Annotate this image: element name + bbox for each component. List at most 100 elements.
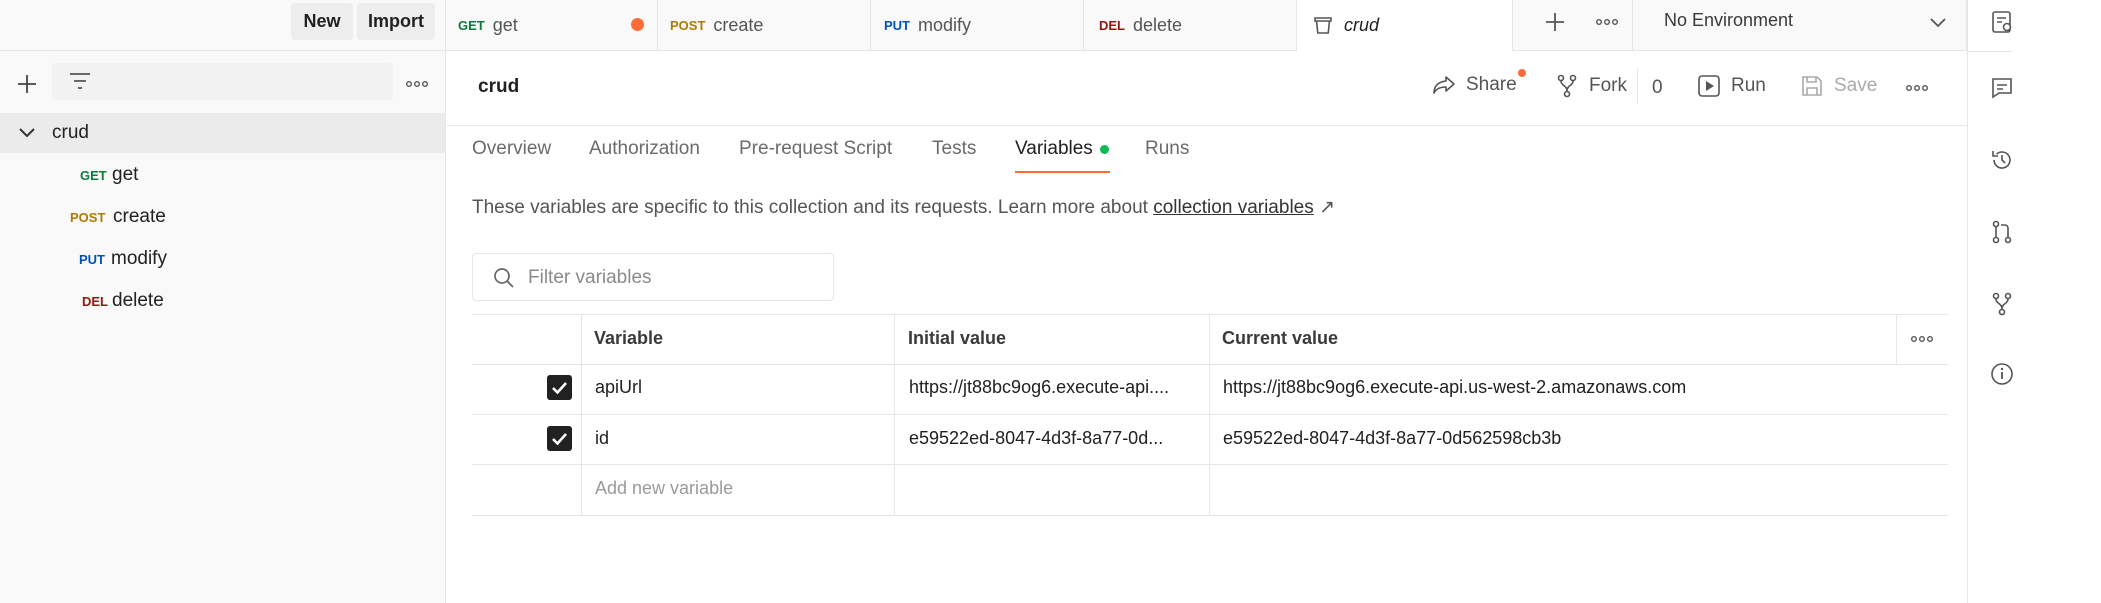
run-icon bbox=[1697, 74, 1721, 98]
variable-name-cell[interactable]: id bbox=[595, 428, 609, 449]
collection-variables-link[interactable]: collection variables bbox=[1153, 197, 1314, 218]
column-divider bbox=[894, 314, 895, 515]
environment-selector[interactable]: No Environment bbox=[1633, 0, 1967, 51]
unsaved-dot bbox=[631, 18, 644, 31]
method-badge: GET bbox=[80, 168, 107, 183]
save-icon bbox=[1800, 74, 1824, 98]
tab-crud[interactable]: crud bbox=[1297, 0, 1513, 51]
save-button[interactable]: Save bbox=[1800, 74, 1877, 98]
table-border bbox=[472, 464, 1948, 465]
column-header-initial-value: Initial value bbox=[908, 328, 1007, 348]
method-badge: PUT bbox=[79, 252, 105, 267]
new-button[interactable]: New bbox=[291, 3, 353, 40]
collection-name: crud bbox=[52, 122, 89, 143]
tab-label: delete bbox=[1133, 14, 1183, 35]
tree-item-label: modify bbox=[111, 248, 167, 269]
pull-request-icon[interactable] bbox=[1989, 219, 2015, 245]
tab-overview[interactable]: Overview bbox=[472, 138, 551, 160]
tree-item-get[interactable]: GET get bbox=[0, 155, 445, 195]
method-badge: POST bbox=[70, 210, 106, 225]
table-border bbox=[472, 515, 1948, 516]
tab-label: modify bbox=[918, 14, 972, 35]
variable-name-cell[interactable]: apiUrl bbox=[595, 377, 642, 398]
sidebar: New Import crud GET get POST create PUT … bbox=[0, 0, 446, 603]
filter-icon bbox=[69, 71, 91, 91]
collection-row-crud[interactable]: crud bbox=[0, 113, 445, 153]
comments-icon[interactable] bbox=[1989, 75, 2015, 101]
active-indicator-dot bbox=[1100, 145, 1109, 154]
active-tab-underline bbox=[1015, 171, 1110, 173]
history-icon[interactable] bbox=[1989, 147, 2015, 173]
chevron-down-icon bbox=[1929, 14, 1947, 30]
divider bbox=[1967, 51, 2012, 52]
tab-label: get bbox=[492, 14, 518, 35]
column-header-variable: Variable bbox=[594, 328, 664, 348]
table-border bbox=[472, 364, 1948, 365]
tree-item-create[interactable]: POST create bbox=[0, 197, 445, 237]
column-divider bbox=[581, 314, 582, 515]
tab-get[interactable]: GET get bbox=[446, 0, 658, 51]
tree-item-label: create bbox=[113, 206, 166, 227]
more-icon[interactable] bbox=[1595, 10, 1619, 34]
check-icon bbox=[552, 433, 567, 446]
current-value-cell[interactable]: https://jt88bc9og6.execute-api.us-west-2… bbox=[1223, 377, 1686, 398]
info-text: These variables are specific to this col… bbox=[472, 197, 1335, 218]
table-border bbox=[472, 314, 1948, 315]
more-icon[interactable] bbox=[405, 72, 429, 96]
table-border bbox=[472, 414, 1948, 415]
current-value-cell[interactable]: e59522ed-8047-4d3f-8a77-0d562598cb3b bbox=[1223, 428, 1561, 449]
column-divider bbox=[1896, 314, 1897, 364]
tab-label: create bbox=[713, 14, 764, 35]
collection-icon bbox=[1312, 14, 1334, 36]
sidebar-filter-input[interactable] bbox=[52, 63, 393, 100]
environment-quicklook-icon[interactable] bbox=[1989, 9, 2015, 35]
column-header-current-value: Current value bbox=[1222, 328, 1339, 348]
tab-variables[interactable]: Variables bbox=[1015, 138, 1093, 160]
fork-button[interactable]: Fork bbox=[1555, 74, 1627, 98]
method-badge: PUT bbox=[884, 17, 910, 33]
tab-modify[interactable]: PUT modify bbox=[871, 0, 1084, 51]
method-badge: DEL bbox=[1099, 17, 1125, 33]
row-enabled-checkbox[interactable] bbox=[547, 426, 572, 451]
initial-value-cell[interactable]: e59522ed-8047-4d3f-8a77-0d... bbox=[909, 428, 1194, 449]
page-title: crud bbox=[478, 76, 520, 97]
more-icon[interactable] bbox=[1910, 327, 1934, 351]
share-button[interactable]: Share bbox=[1432, 69, 1526, 96]
column-divider bbox=[1209, 314, 1210, 515]
tab-create[interactable]: POST create bbox=[658, 0, 871, 51]
tab-authorization[interactable]: Authorization bbox=[589, 138, 700, 160]
tree-item-modify[interactable]: PUT modify bbox=[0, 239, 445, 279]
divider bbox=[447, 125, 1967, 126]
import-button[interactable]: Import bbox=[357, 3, 435, 40]
tab-actions bbox=[1513, 0, 1633, 51]
plus-icon[interactable] bbox=[15, 72, 39, 96]
initial-value-cell[interactable]: https://jt88bc9og6.execute-api.... bbox=[909, 377, 1194, 398]
tab-pre-request-script[interactable]: Pre-request Script bbox=[739, 138, 892, 160]
tree-item-label: delete bbox=[112, 290, 164, 311]
tab-tests[interactable]: Tests bbox=[932, 138, 976, 160]
search-icon bbox=[493, 267, 515, 289]
new-tab-plus-icon[interactable] bbox=[1543, 10, 1567, 34]
run-button[interactable]: Run bbox=[1697, 74, 1766, 98]
tree-item-delete[interactable]: DEL delete bbox=[0, 281, 445, 321]
chevron-down-icon[interactable] bbox=[17, 124, 37, 142]
external-link-icon: ↗ bbox=[1319, 197, 1335, 218]
tab-runs[interactable]: Runs bbox=[1145, 138, 1189, 160]
info-icon[interactable] bbox=[1989, 361, 2015, 387]
divider bbox=[1637, 68, 1638, 104]
method-badge: POST bbox=[670, 17, 706, 33]
method-badge: DEL bbox=[82, 294, 108, 309]
environment-label: No Environment bbox=[1664, 10, 1794, 30]
notification-dot bbox=[1518, 69, 1526, 77]
filter-variables-input[interactable]: Filter variables bbox=[472, 253, 834, 301]
share-icon bbox=[1432, 74, 1456, 96]
divider bbox=[0, 50, 446, 51]
tree-item-label: get bbox=[112, 164, 139, 185]
row-enabled-checkbox[interactable] bbox=[547, 375, 572, 400]
forks-icon[interactable] bbox=[1989, 291, 2015, 317]
tab-delete[interactable]: DEL delete bbox=[1084, 0, 1297, 51]
add-new-variable-input[interactable]: Add new variable bbox=[595, 478, 733, 499]
fork-count[interactable]: 0 bbox=[1652, 77, 1663, 99]
method-badge: GET bbox=[458, 17, 485, 33]
more-icon[interactable] bbox=[1905, 76, 1929, 100]
